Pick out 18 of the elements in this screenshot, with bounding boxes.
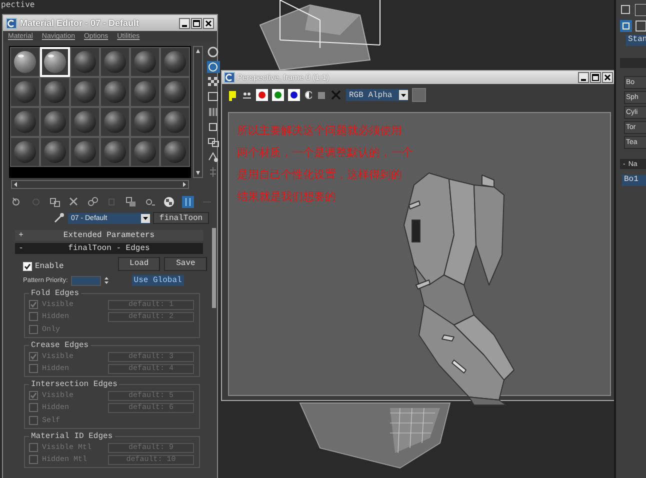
viewport-label: pective	[1, 0, 35, 9]
note-text: 所以主要解决这个问题就必须使用	[237, 125, 403, 137]
group-title: Material ID Edges	[30, 432, 114, 441]
note-text: 是用自己个性化设置，这样得到的	[237, 169, 403, 181]
use-global-button[interactable]: Use Global	[132, 275, 184, 286]
note-text: 结果就是我们想要的	[237, 191, 337, 203]
name-field[interactable]: Bo1	[622, 175, 646, 186]
rollout-header[interactable]: - finalToon - Edges	[15, 243, 203, 254]
note-text: 两个材质，一个是调整默认的，一个	[237, 147, 414, 159]
rollout-header[interactable]: + Extended Parameters	[15, 230, 203, 241]
channel-dropdown[interactable]: RGB Alpha	[346, 89, 408, 101]
group-title: Intersection Edges	[30, 380, 118, 389]
group-title: Crease Edges	[30, 341, 90, 350]
button[interactable]: Save	[164, 256, 207, 270]
checkbox-label: Enable	[35, 262, 64, 271]
material-type-button[interactable]: finalToon	[153, 212, 209, 224]
button[interactable]: Load	[118, 256, 160, 270]
group-title: Fold Edges	[30, 289, 80, 298]
